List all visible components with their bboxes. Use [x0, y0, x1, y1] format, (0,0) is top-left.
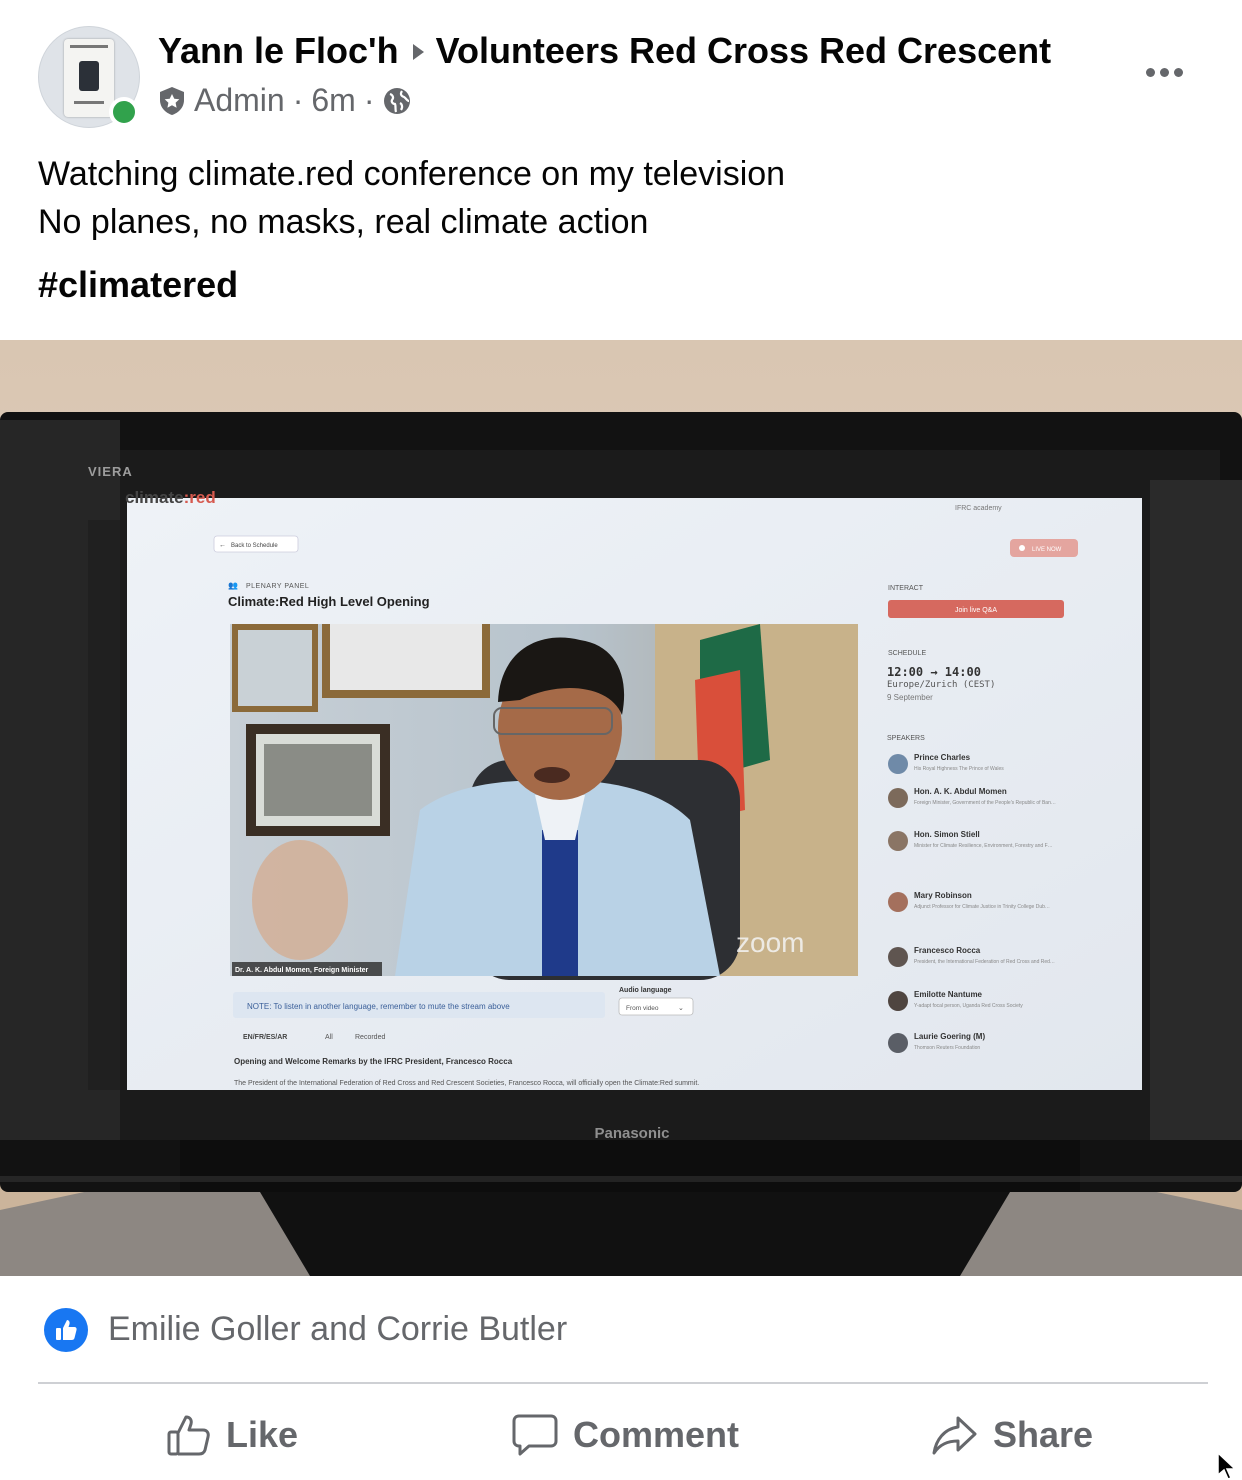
live-now-label: LIVE NOW	[1032, 547, 1062, 553]
post-photo[interactable]: VIERA Panasonic climate:red IFRC academy…	[0, 340, 1242, 1276]
like-icon	[167, 1415, 210, 1456]
speaker-name: Hon. Simon Stiell	[914, 830, 980, 839]
tv-brand-bottom: Panasonic	[594, 1125, 669, 1142]
post-text-line-2: No planes, no masks, real climate action	[38, 203, 649, 241]
schedule-timezone: Europe/Zurich (CEST)	[887, 680, 995, 690]
author-name[interactable]: Yann le Floc'h	[158, 30, 399, 71]
share-label: Share	[993, 1414, 1094, 1455]
speaker-name: Emilotte Nantume	[914, 990, 983, 999]
speakers-label: SPEAKERS	[887, 735, 925, 742]
site-logo: climate:red	[125, 488, 216, 507]
svg-text:⌄: ⌄	[678, 1005, 684, 1012]
meta-separator: ·	[363, 82, 375, 118]
schedule-label: SCHEDULE	[888, 650, 926, 657]
hashtag-link[interactable]: #climatered	[38, 264, 238, 306]
shield-icon	[160, 86, 184, 115]
recorded-tag: Recorded	[355, 1034, 385, 1041]
reactions-summary[interactable]: Emilie Goller and Corrie Butler	[0, 1300, 1242, 1360]
audio-language-label: Audio language	[619, 987, 672, 994]
speaker-name: Hon. A. K. Abdul Momen	[914, 787, 1007, 796]
post-actions: Like Comment Share	[0, 1390, 1242, 1480]
svg-text:←: ←	[219, 542, 226, 549]
online-status-dot	[109, 97, 139, 127]
speaker-name: Francesco Rocca	[914, 946, 981, 955]
speaker-description: Minister for Climate Resilience, Environ…	[914, 843, 1053, 849]
post-title: Yann le Floc'h Volunteers Red Cross Red C…	[158, 30, 1051, 72]
avatar-image	[64, 39, 114, 117]
language-tags: EN/FR/ES/AR	[243, 1034, 287, 1041]
speaker-avatar	[888, 831, 908, 851]
post-timestamp[interactable]: 6m	[311, 82, 355, 119]
triangle-right-icon	[412, 43, 424, 60]
back-to-schedule-label: Back to Schedule	[231, 543, 278, 549]
comment-button[interactable]: Comment	[511, 1390, 739, 1480]
speaker-avatar	[888, 991, 908, 1011]
reaction-names[interactable]: Emilie Goller and Corrie Butler	[108, 1310, 567, 1349]
share-button[interactable]: Share	[931, 1390, 1093, 1480]
share-icon	[932, 1416, 977, 1455]
schedule-time: 12:00 → 14:00	[887, 665, 981, 679]
session-title: Climate:Red High Level Opening	[228, 594, 430, 609]
interact-label: INTERACT	[888, 585, 924, 592]
globe-icon	[384, 87, 411, 114]
divider	[38, 1382, 1208, 1384]
post-text: Watching climate.red conference on my te…	[38, 150, 785, 246]
post-header: Yann le Floc'h Volunteers Red Cross Red C…	[0, 0, 1242, 140]
session-description-body: The President of the International Feder…	[234, 1080, 699, 1087]
site-nav-links: IFRC academy	[955, 505, 1002, 512]
speaker-avatar	[888, 1033, 908, 1053]
speaker-name: Laurie Goering (M)	[914, 1032, 985, 1041]
session-type: PLENARY PANEL	[246, 583, 309, 590]
svg-text:👥: 👥	[228, 581, 238, 590]
speaker-name: Prince Charles	[914, 753, 971, 762]
mouse-cursor-icon	[1217, 1452, 1237, 1480]
like-label: Like	[226, 1414, 299, 1455]
admin-badge[interactable]: Admin	[194, 82, 285, 119]
join-qa-label: Join live Q&A	[955, 607, 997, 614]
zoom-watermark: zoom	[736, 927, 804, 958]
speaker-avatar	[888, 754, 908, 774]
audio-language-value: From video	[626, 1005, 659, 1012]
speaker-name: Mary Robinson	[914, 891, 972, 900]
all-tag: All	[325, 1034, 333, 1041]
tv-photo: VIERA Panasonic climate:red IFRC academy…	[0, 340, 1242, 1276]
speaker-description: Adjunct Professor for Climate Justice in…	[914, 904, 1050, 910]
speaker-avatar	[888, 947, 908, 967]
meta-separator: ·	[292, 82, 304, 118]
language-note: NOTE: To listen in another language, rem…	[247, 1002, 510, 1011]
speaker-description: Thomson Reuters Foundation	[914, 1045, 980, 1051]
more-options-icon[interactable]	[1136, 52, 1192, 92]
like-button[interactable]: Like	[166, 1390, 298, 1480]
post-text-line-1: Watching climate.red conference on my te…	[38, 155, 786, 193]
speaker-description: Foreign Minister, Government of the Peop…	[914, 800, 1056, 806]
speaker-description: President, the International Federation …	[914, 959, 1055, 965]
speaker-avatar	[888, 788, 908, 808]
thumbs-up-icon	[44, 1308, 88, 1352]
comment-label: Comment	[573, 1414, 740, 1455]
group-name[interactable]: Volunteers Red Cross Red Crescent	[436, 30, 1052, 71]
speaker-description: His Royal Highness The Prince of Wales	[914, 766, 1004, 772]
comment-icon	[512, 1414, 558, 1456]
speaker-avatar	[888, 892, 908, 912]
video-caption: Dr. A. K. Abdul Momen, Foreign Minister	[235, 967, 369, 974]
schedule-date: 9 September	[887, 693, 933, 702]
speaker-description: Y-adapt focal person, Uganda Red Cross S…	[914, 1003, 1023, 1009]
session-description-title: Opening and Welcome Remarks by the IFRC …	[234, 1057, 513, 1066]
post-meta: Admin · 6m ·	[158, 82, 412, 119]
tv-brand-top: VIERA	[88, 464, 133, 479]
